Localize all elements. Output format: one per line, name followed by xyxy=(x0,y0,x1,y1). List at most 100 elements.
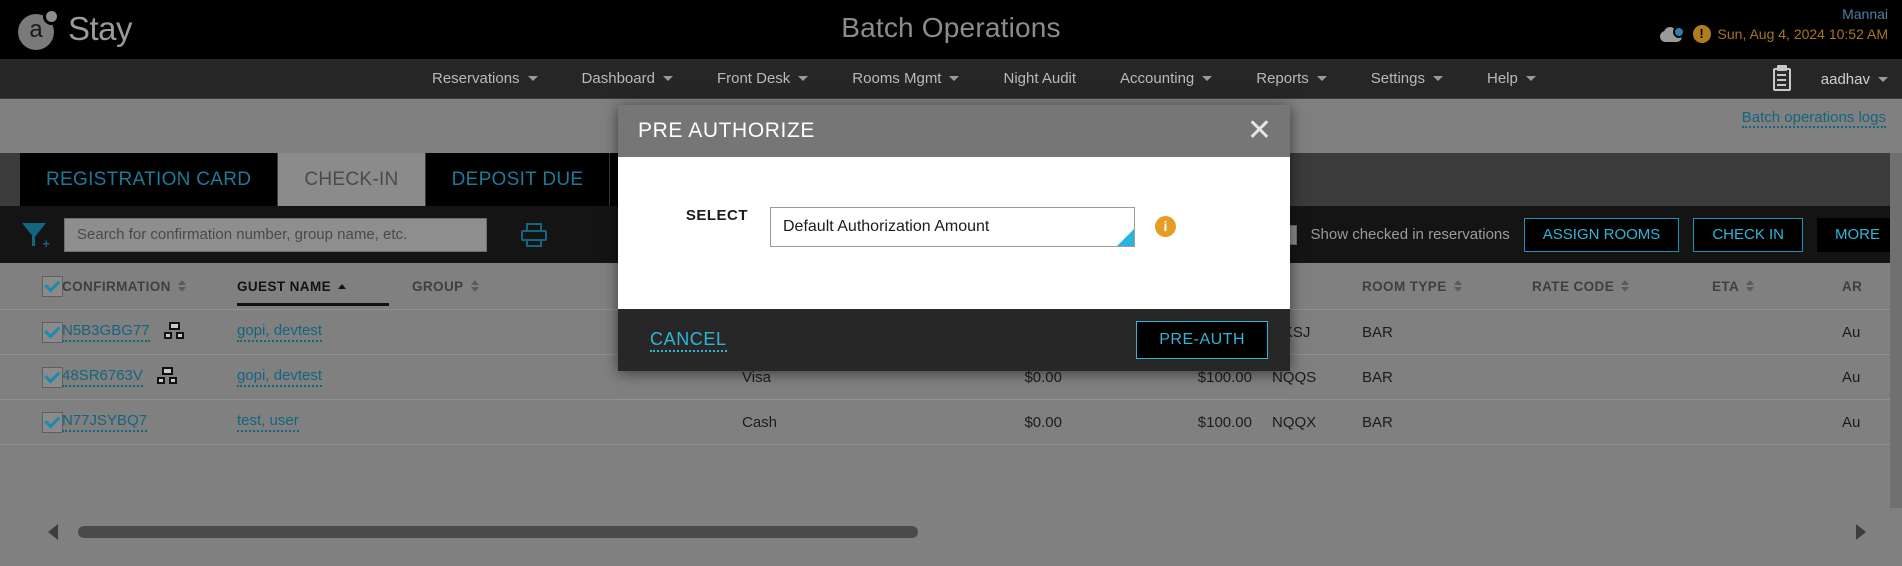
column-header-room-type[interactable]: ROOM TYPE xyxy=(1362,279,1532,294)
sort-indicator-bar xyxy=(237,302,389,306)
chevron-down-icon xyxy=(662,76,673,81)
nav-label: Reservations xyxy=(432,70,520,87)
nav-right-group: aadhav xyxy=(1772,59,1888,99)
pre-auth-button[interactable]: PRE-AUTH xyxy=(1136,321,1268,359)
nav-item-rooms-mgmt[interactable]: Rooms Mgmt xyxy=(830,59,981,99)
sort-icon xyxy=(470,280,479,292)
batch-operations-logs-link[interactable]: Batch operations logs xyxy=(1741,109,1886,128)
more-label: MORE xyxy=(1835,226,1880,243)
row-checkbox[interactable] xyxy=(42,366,63,388)
select-all-cell xyxy=(0,275,63,297)
toolbar-actions: Show checked in reservations ASSIGN ROOM… xyxy=(1276,206,1902,263)
nav-label: Dashboard xyxy=(581,70,655,87)
chevron-down-icon xyxy=(949,76,960,81)
sort-icon xyxy=(177,280,186,292)
header-label: ETA xyxy=(1712,278,1740,294)
print-icon[interactable] xyxy=(521,222,547,247)
cell-room-no: NQQS xyxy=(1272,368,1317,386)
select-all-checkbox[interactable] xyxy=(42,275,63,297)
header-label: ROOM TYPE xyxy=(1362,278,1447,294)
scrollbar-thumb[interactable] xyxy=(78,526,918,538)
column-header-group[interactable]: GROUP xyxy=(412,279,612,294)
confirmation-link[interactable]: 48SR6763V xyxy=(62,367,143,387)
header-label: RATE CODE xyxy=(1532,278,1615,294)
header-label: GROUP xyxy=(412,278,464,294)
column-header-guest-name[interactable]: GUEST NAME xyxy=(237,279,412,306)
clipboard-icon[interactable] xyxy=(1772,64,1791,91)
cell-guest-name: gopi, devtest xyxy=(237,322,412,342)
guest-name-link[interactable]: test, user xyxy=(237,412,299,432)
assign-rooms-button[interactable]: ASSIGN ROOMS xyxy=(1523,217,1680,252)
cell-room-type: BAR xyxy=(1362,413,1393,431)
sort-asc-icon xyxy=(338,283,347,289)
nav-label: Settings xyxy=(1370,70,1425,87)
sort-icon xyxy=(1453,280,1462,292)
nav-label: Rooms Mgmt xyxy=(852,70,942,87)
nav-item-help[interactable]: Help xyxy=(1465,59,1558,99)
top-header-bar: a Stay Batch Operations Mannai ! Sun, Au… xyxy=(0,0,1902,59)
user-account-menu[interactable]: aadhav xyxy=(1821,71,1888,88)
nav-item-night-audit[interactable]: Night Audit xyxy=(981,59,1098,99)
nav-item-settings[interactable]: Settings xyxy=(1349,59,1465,99)
cloud-sync-icon[interactable] xyxy=(1659,26,1686,42)
chevron-down-icon xyxy=(527,76,538,81)
table-row[interactable]: N77JSYBQ7 test, user Cash $0.00 $100.00 … xyxy=(0,400,1902,445)
nav-label: Accounting xyxy=(1120,70,1195,87)
confirmation-link[interactable]: N5B3GBG77 xyxy=(62,322,150,342)
dialog-footer: CANCEL PRE-AUTH xyxy=(618,309,1290,371)
authorization-select[interactable]: Default Authorization Amount xyxy=(770,207,1135,247)
show-checked-in-label: Show checked in reservations xyxy=(1310,226,1510,243)
cell-room-type: BAR xyxy=(1362,323,1393,341)
tab-registration-card[interactable]: REGISTRATION CARD xyxy=(20,153,279,206)
nav-item-front-desk[interactable]: Front Desk xyxy=(695,59,830,99)
cell-balance: $0.00 xyxy=(1024,413,1062,431)
authorization-select-wrap: Default Authorization Amount xyxy=(770,207,1135,247)
cell-pay-method: Visa xyxy=(742,368,771,386)
column-header-confirmation[interactable]: CONFIRMATION xyxy=(62,279,237,294)
alert-icon[interactable]: ! xyxy=(1692,25,1711,43)
search-input[interactable] xyxy=(64,217,487,252)
scroll-left-arrow-icon[interactable] xyxy=(48,524,58,540)
check-in-button[interactable]: CHECK IN xyxy=(1693,217,1803,252)
column-header-rate-code[interactable]: RATE CODE xyxy=(1532,279,1712,294)
header-timestamp-row: ! Sun, Aug 4, 2024 10:52 AM xyxy=(1659,24,1888,44)
nav-item-reservations[interactable]: Reservations xyxy=(410,59,560,99)
cell-room-type: BAR xyxy=(1362,368,1393,386)
nav-item-dashboard[interactable]: Dashboard xyxy=(560,59,695,99)
cell-pay-method: Cash xyxy=(742,413,778,431)
batch-operations-page: a Stay Batch Operations Mannai ! Sun, Au… xyxy=(0,0,1902,566)
tab-check-in[interactable]: CHECK-IN xyxy=(278,153,426,206)
tab-deposit-due[interactable]: DEPOSIT DUE xyxy=(425,153,611,206)
cell-balance: $0.00 xyxy=(1024,368,1062,386)
guest-name-link[interactable]: gopi, devtest xyxy=(237,322,323,342)
account-label: aadhav xyxy=(1820,70,1870,88)
cancel-button[interactable]: CANCEL xyxy=(650,329,727,352)
cell-room-no: NQQX xyxy=(1272,413,1317,431)
cell-rate: $100.00 xyxy=(1197,368,1252,386)
select-label: SELECT xyxy=(685,207,748,224)
info-icon[interactable]: i xyxy=(1155,216,1176,237)
cell-confirmation: N77JSYBQ7 xyxy=(62,412,237,432)
nav-item-reports[interactable]: Reports xyxy=(1234,59,1349,99)
guest-name-link[interactable]: gopi, devtest xyxy=(237,367,323,387)
chevron-down-icon xyxy=(1525,76,1536,81)
filter-add-icon[interactable]: + xyxy=(20,221,50,250)
sort-icon xyxy=(1746,280,1755,292)
column-header-eta[interactable]: ETA xyxy=(1712,279,1842,294)
row-select-cell xyxy=(0,411,63,433)
nav-items: Reservations Dashboard Front Desk Rooms … xyxy=(410,59,1558,99)
row-checkbox[interactable] xyxy=(42,321,63,343)
nav-item-accounting[interactable]: Accounting xyxy=(1098,59,1234,99)
confirmation-link[interactable]: N77JSYBQ7 xyxy=(62,412,148,432)
close-icon[interactable]: ✕ xyxy=(1247,116,1272,146)
cell-guest-name: test, user xyxy=(237,412,412,432)
share-reservation-icon[interactable] xyxy=(157,367,178,385)
vertical-scroll-edge[interactable] xyxy=(1890,153,1902,508)
header-label: AR xyxy=(1842,278,1863,294)
main-navigation: Reservations Dashboard Front Desk Rooms … xyxy=(0,59,1902,99)
row-checkbox[interactable] xyxy=(42,411,63,433)
cell-rate: $100.00 xyxy=(1197,413,1252,431)
nav-label: Reports xyxy=(1256,70,1309,87)
share-reservation-icon[interactable] xyxy=(164,322,184,340)
scroll-right-arrow-icon[interactable] xyxy=(1856,524,1866,540)
